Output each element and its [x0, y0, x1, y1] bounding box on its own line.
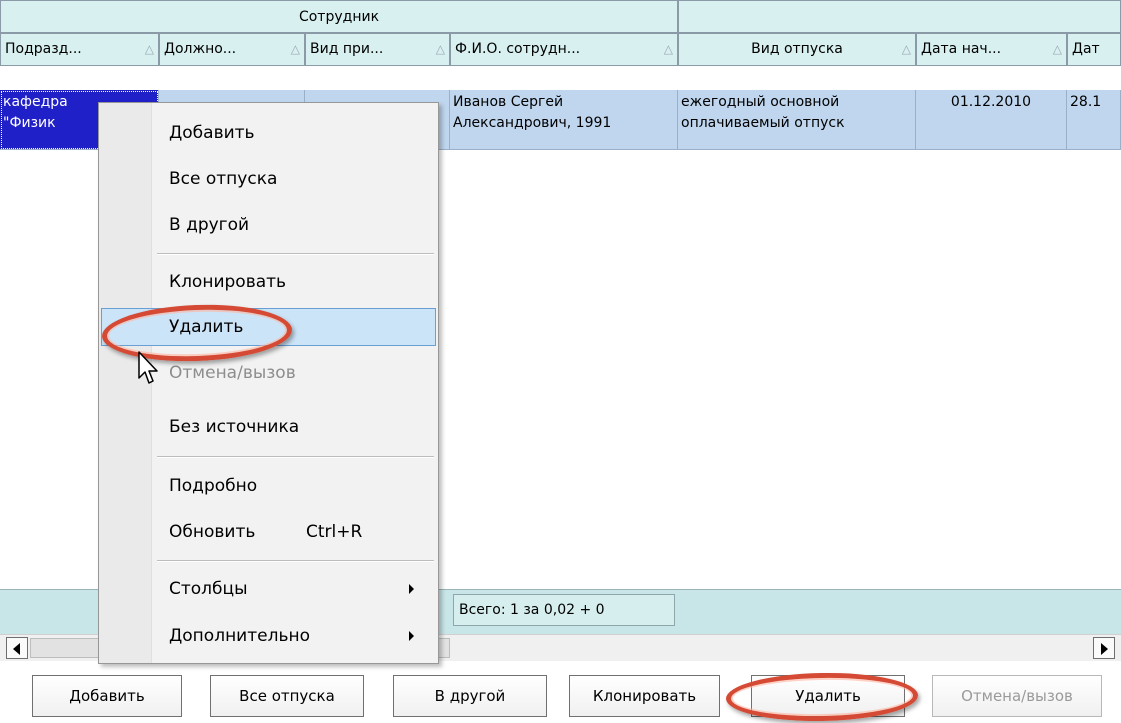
- column-header-department[interactable]: Подразд... △: [0, 33, 159, 66]
- menu-item-add[interactable]: Добавить: [101, 114, 436, 152]
- column-header-end-date[interactable]: Дат: [1067, 33, 1121, 66]
- cell-end-date[interactable]: 28.1: [1067, 90, 1121, 150]
- menu-item-label: Столбцы: [169, 579, 248, 599]
- column-header-label: Подразд...: [5, 41, 82, 57]
- menu-item-refresh[interactable]: Обновить Ctrl+R: [101, 513, 436, 551]
- scroll-right-icon: [1101, 643, 1108, 655]
- scroll-right-button[interactable]: [1093, 637, 1115, 659]
- menu-item-details[interactable]: Подробно: [101, 467, 436, 505]
- menu-item-no-source[interactable]: Без источника: [101, 408, 436, 446]
- submenu-arrow-icon: [409, 631, 414, 641]
- scroll-left-button[interactable]: [6, 637, 28, 659]
- sort-triangle-icon: △: [290, 42, 300, 56]
- total-summary: Всего: 1 за 0,02 + 0: [453, 594, 675, 626]
- cell-start-date[interactable]: 01.12.2010: [916, 90, 1067, 150]
- submenu-arrow-icon: [409, 584, 414, 594]
- column-header-label: Дата нач...: [921, 41, 1002, 57]
- scroll-left-icon: [13, 643, 20, 655]
- column-header-label: Должно...: [164, 41, 237, 57]
- column-header-label: Ф.И.О. сотрудн...: [455, 41, 581, 57]
- menu-item-label: Дополнительно: [169, 626, 310, 646]
- to-other-button[interactable]: В другой: [393, 675, 547, 717]
- column-header-label: Вид отпуска: [751, 41, 843, 57]
- menu-item-shortcut: Ctrl+R: [306, 522, 363, 542]
- menu-separator: [157, 456, 434, 458]
- mouse-pointer-icon: [138, 351, 158, 384]
- sort-triangle-icon: △: [663, 42, 673, 56]
- group-header-employee: Сотрудник: [0, 0, 678, 33]
- group-header-empty: [678, 0, 1121, 33]
- column-header-label: Дат: [1072, 41, 1100, 57]
- cell-employee[interactable]: Иванов Сергей Александрович, 1991: [450, 90, 678, 150]
- menu-item-to-other[interactable]: В другой: [101, 206, 436, 244]
- menu-item-clone[interactable]: Клонировать: [101, 263, 436, 301]
- all-leaves-button[interactable]: Все отпуска: [210, 675, 364, 717]
- sort-triangle-icon: △: [435, 42, 445, 56]
- sort-triangle-icon: △: [1052, 42, 1062, 56]
- menu-item-columns[interactable]: Столбцы: [101, 570, 436, 608]
- menu-separator: [157, 560, 434, 562]
- column-header-hire-type[interactable]: Вид при... △: [305, 33, 450, 66]
- menu-item-more[interactable]: Дополнительно: [101, 617, 436, 655]
- clone-button[interactable]: Клонировать: [569, 675, 720, 717]
- column-header-label: Вид при...: [310, 41, 384, 57]
- add-button[interactable]: Добавить: [32, 675, 182, 717]
- cell-leave-type[interactable]: ежегодный основной оплачиваемый отпуск: [678, 90, 916, 150]
- menu-item-all-leaves[interactable]: Все отпуска: [101, 160, 436, 198]
- sort-triangle-icon: △: [901, 42, 911, 56]
- menu-item-label: Обновить: [169, 522, 256, 542]
- column-header-position[interactable]: Должно... △: [159, 33, 305, 66]
- cancel-recall-button: Отмена/вызов: [932, 675, 1102, 717]
- column-header-employee[interactable]: Ф.И.О. сотрудн... △: [450, 33, 678, 66]
- column-header-leave-type[interactable]: Вид отпуска △: [678, 33, 916, 66]
- sort-triangle-icon: △: [144, 42, 154, 56]
- delete-button[interactable]: Удалить: [751, 675, 905, 717]
- column-header-start-date[interactable]: Дата нач... △: [916, 33, 1067, 66]
- menu-item-delete[interactable]: Удалить: [101, 308, 436, 346]
- menu-separator: [157, 253, 434, 255]
